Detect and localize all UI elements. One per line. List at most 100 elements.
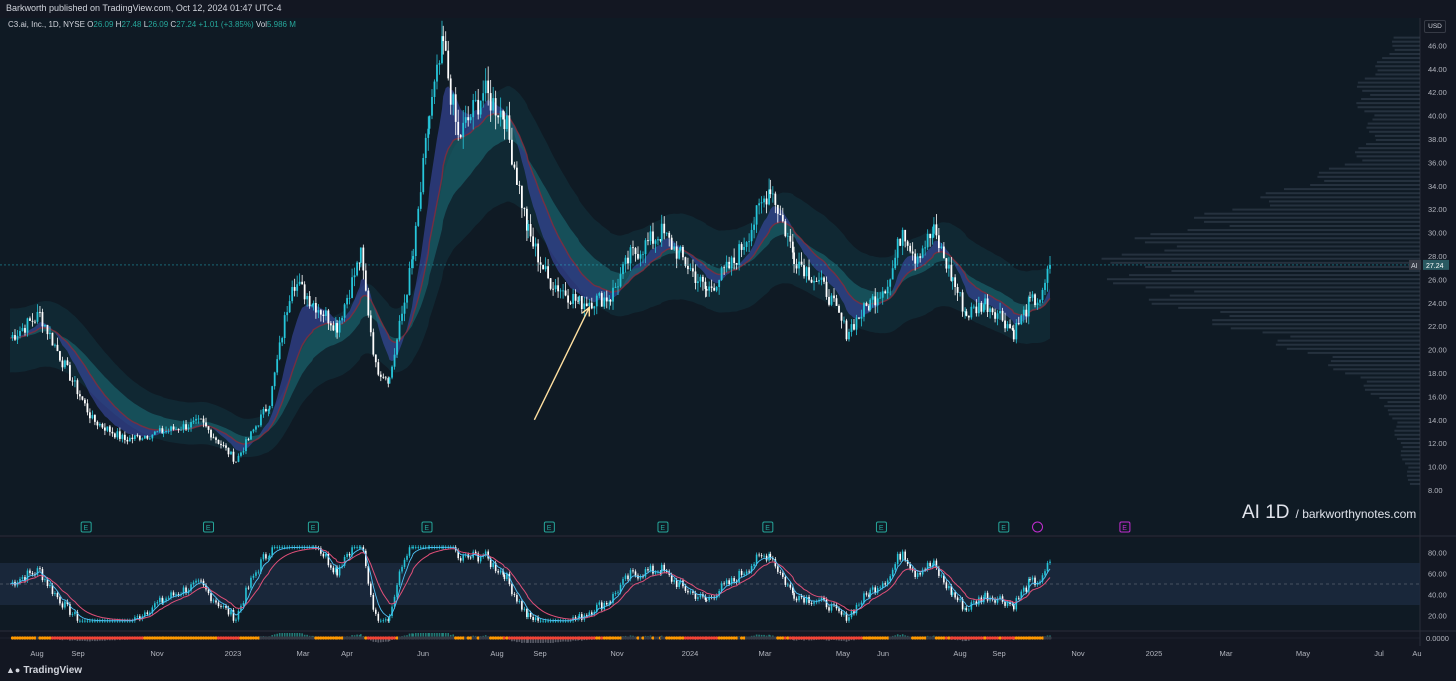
- time-tick-label: May: [1296, 649, 1310, 658]
- osc-candle-body: [1029, 579, 1031, 580]
- candle-body: [29, 318, 31, 321]
- candle-body: [1046, 268, 1049, 283]
- osc-candle-body: [1044, 571, 1046, 576]
- price-tick-label: 46.00: [1428, 41, 1447, 50]
- candle-body: [660, 223, 663, 241]
- osc-candle-body: [278, 547, 281, 549]
- osc-candle-body: [276, 547, 278, 549]
- osc-candle-body: [197, 580, 200, 582]
- candle-body: [835, 298, 838, 306]
- candle-body: [61, 360, 64, 368]
- candle-body: [401, 313, 403, 321]
- volume-profile-bar: [1269, 204, 1420, 207]
- candle-body: [518, 184, 521, 186]
- candle-body: [454, 94, 457, 122]
- candle-body: [534, 243, 537, 247]
- candle-body: [172, 426, 175, 430]
- volume-profile-bar: [1361, 98, 1420, 101]
- osc-candle-body: [743, 573, 745, 575]
- volume-profile-bar: [1392, 44, 1420, 47]
- candle-body: [312, 302, 315, 306]
- time-axis[interactable]: Aug Sep Nov 2023 Mar Apr Jun Aug Sep Nov 2024 Mar Ma…: [30, 649, 1421, 658]
- osc-candle-body: [901, 551, 904, 560]
- volume-profile-bar: [1232, 208, 1420, 211]
- earnings-marker-label: E: [424, 525, 429, 532]
- candle-body: [24, 328, 26, 333]
- candle-body: [954, 277, 957, 288]
- candle-body: [585, 303, 588, 307]
- osc-candle-body: [1046, 562, 1049, 572]
- candle-body: [291, 287, 294, 302]
- time-tick-label: Mar: [1220, 649, 1233, 658]
- tradingview-logo[interactable]: ▲● TradingView: [6, 665, 82, 676]
- chart-canvas[interactable]: E E E E E E E E E E 8.00 10.00 12.00 14.00 16.00 18.00…: [0, 18, 1456, 661]
- candle-body: [281, 338, 284, 343]
- osc-candle-body: [622, 578, 624, 585]
- candle-body: [215, 437, 217, 440]
- volume-profile-bar: [1262, 331, 1420, 334]
- candle-body: [438, 63, 441, 65]
- candle-body: [240, 452, 242, 456]
- candle-body: [637, 254, 639, 259]
- candle-body: [252, 429, 255, 432]
- volume-profile-bar: [1364, 110, 1420, 113]
- candle-body: [34, 321, 36, 323]
- oscillator-tick-label: 20.00: [1428, 612, 1447, 621]
- volume-profile-bar: [1106, 278, 1420, 281]
- osc-candle-body: [192, 582, 195, 585]
- volume-profile-bar: [1366, 143, 1420, 146]
- candle-body: [192, 420, 195, 423]
- candle-body: [786, 235, 789, 237]
- osc-candle-body: [462, 555, 465, 561]
- currency-button[interactable]: USD: [1424, 20, 1446, 33]
- candle-body: [951, 277, 954, 281]
- candle-body: [583, 303, 586, 310]
- candle-body: [989, 308, 991, 312]
- volume-profile-bar: [1394, 48, 1420, 51]
- candle-body: [1031, 294, 1034, 298]
- osc-candle-body: [940, 575, 943, 577]
- osc-candle-body: [56, 593, 59, 598]
- candle-body: [296, 284, 299, 291]
- candle-body: [343, 304, 346, 318]
- candle-body: [288, 301, 291, 313]
- candle-body: [424, 137, 427, 158]
- candle-body: [665, 232, 668, 234]
- candle-body: [262, 409, 265, 415]
- candle-body: [784, 221, 787, 237]
- candle-body: [572, 293, 574, 304]
- candle-body: [828, 296, 830, 305]
- candle-body: [489, 93, 492, 111]
- candle-body: [858, 317, 860, 319]
- candle-body: [578, 296, 581, 301]
- candle-body: [64, 360, 66, 368]
- volume-profile-bar: [1324, 179, 1420, 182]
- candle-body: [853, 324, 855, 330]
- time-tick-label: Jul: [1374, 649, 1384, 658]
- candle-body: [894, 257, 897, 269]
- candle-body: [657, 239, 659, 241]
- osc-candle-body: [810, 603, 813, 604]
- osc-candle-body: [49, 584, 51, 587]
- candle-body: [513, 164, 516, 168]
- osc-candle-body: [217, 602, 220, 607]
- candle-body: [552, 288, 554, 290]
- osc-candle-body: [684, 586, 687, 591]
- volume-profile-bar: [1148, 298, 1420, 301]
- momentum-strip: [0, 633, 1420, 643]
- candle-body: [984, 298, 986, 305]
- volume-profile-bar: [1145, 286, 1420, 289]
- candle-body: [374, 354, 377, 363]
- osc-candle-body: [382, 620, 385, 622]
- candle-body: [431, 96, 433, 116]
- osc-candle-body: [914, 570, 916, 577]
- candle-body: [327, 310, 330, 324]
- osc-candle-body: [968, 609, 970, 611]
- time-tick-label: Aug: [953, 649, 966, 658]
- volume-profile-bar: [1396, 437, 1420, 440]
- candle-body: [763, 198, 765, 203]
- osc-candle-body: [377, 613, 380, 621]
- volume-profile-bar: [1333, 368, 1420, 371]
- osc-candle-body: [581, 614, 583, 620]
- volume-profile-bar: [1387, 401, 1420, 404]
